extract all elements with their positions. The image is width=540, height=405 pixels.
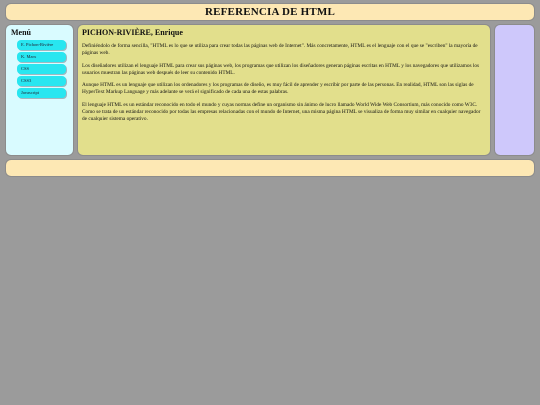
page-header: REFERENCIA DE HTML (5, 3, 535, 21)
article-paragraph-2: Los diseñadores utilizan el lenguaje HTM… (82, 62, 480, 76)
article-paragraph-3: Aunque HTML es un lenguaje que utilizan … (82, 82, 474, 96)
page-footer (5, 159, 535, 177)
article-heading: PICHON-RIVIÈRE, Enrique (82, 28, 183, 37)
main-content: PICHON-RIVIÈRE, Enrique Definiéndolo de … (77, 24, 491, 156)
menu-list: E. Pichon-Rivière K. Marx CSS CSS3 Javas… (9, 40, 70, 98)
article-paragraph-1: Definiéndolo de forma sencilla, "HTML es… (82, 43, 478, 57)
menu-item-pichon-riviere[interactable]: E. Pichon-Rivière (17, 40, 66, 50)
right-sidebar (494, 24, 535, 156)
menu-item-marx[interactable]: K. Marx (17, 52, 66, 62)
menu-item-css[interactable]: CSS (17, 64, 66, 74)
menu-title: Menú (11, 28, 31, 37)
menu-item-javascript[interactable]: Javascript (17, 88, 66, 98)
article-paragraph-4: El lenguaje HTML es un estándar reconoci… (82, 101, 481, 123)
page-title: REFERENCIA DE HTML (204, 6, 336, 18)
sidebar: Menú E. Pichon-Rivière K. Marx CSS CSS3 … (5, 24, 74, 156)
menu-item-css3[interactable]: CSS3 (17, 76, 66, 86)
